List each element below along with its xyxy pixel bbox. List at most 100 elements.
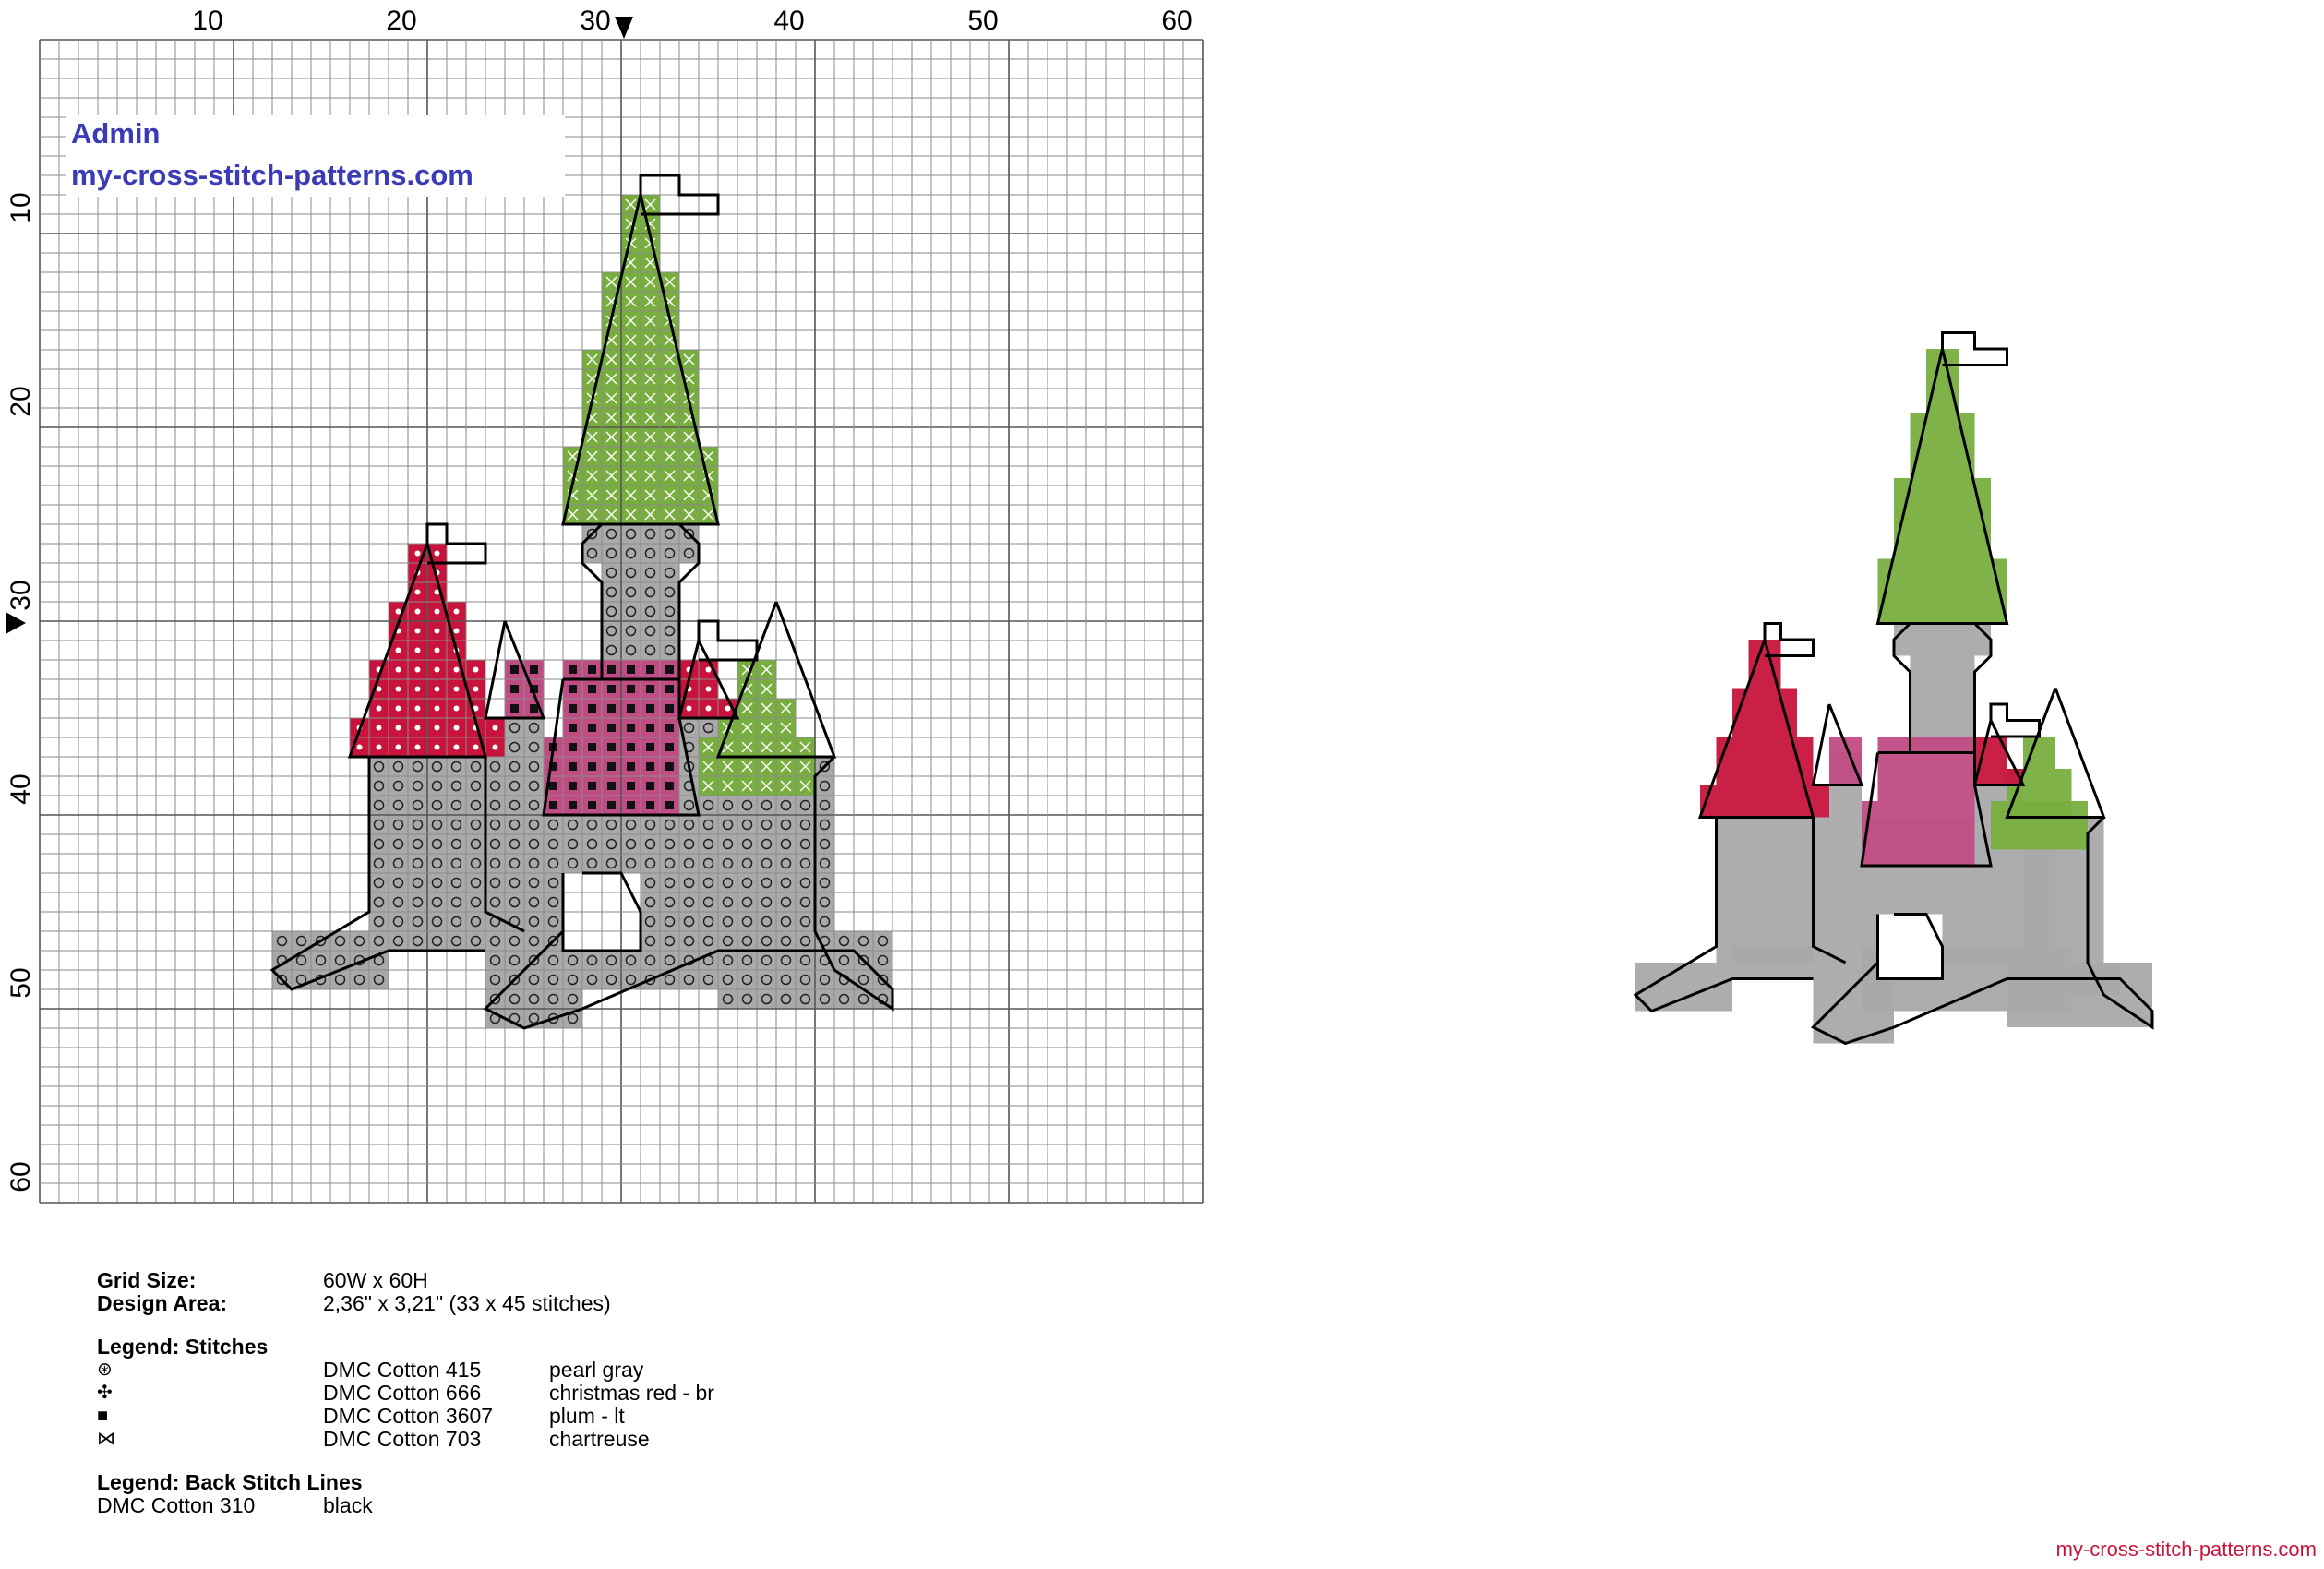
stitch-cell [485, 815, 505, 834]
stitch-cell [776, 912, 796, 931]
stitch-cell [389, 892, 408, 912]
x-axis-labels: 10 20 30 40 50 60 [192, 6, 1192, 36]
stitch-symbol [395, 686, 401, 692]
stitch-cell [408, 892, 427, 912]
stitch-cell [563, 834, 582, 854]
stitch-cell [757, 989, 776, 1009]
stitch-symbol [453, 666, 460, 673]
stitch-symbol [646, 782, 654, 790]
stitch-cell [505, 776, 524, 796]
stitch-cell [621, 524, 641, 544]
stitch-cell [369, 931, 389, 951]
stitch-symbol [588, 724, 596, 732]
stitch-cell [544, 873, 563, 892]
stitch-cell [389, 796, 408, 815]
stitch-cell [466, 834, 485, 854]
stitch-cell [660, 912, 679, 931]
legend-backstitch-title: Legend: Back Stitch Lines [97, 1470, 363, 1494]
stitch-cell [544, 951, 563, 970]
legend-color-name: pearl gray [549, 1358, 644, 1382]
stitch-cell [679, 834, 699, 854]
stitch-cell [718, 834, 737, 854]
stitch-cell [505, 737, 524, 757]
stitch-symbol [569, 762, 577, 771]
legend-color-name: christmas red - br [549, 1381, 714, 1405]
stitch-cell [447, 873, 466, 892]
stitch-cell [679, 815, 699, 834]
stitch-symbol [376, 686, 382, 692]
stitch-symbol [434, 647, 440, 653]
stitch-cell [466, 796, 485, 815]
stitch-cell [757, 931, 776, 951]
stitch-cell [485, 931, 505, 951]
stitch-cell [485, 796, 505, 815]
stitch-symbol [376, 725, 382, 731]
stitch-cell [544, 815, 563, 834]
stitch-cell [447, 757, 466, 776]
stitch-symbol [473, 744, 479, 750]
stitch-symbol [627, 665, 635, 674]
legend-thread: DMC Cotton 415 [323, 1358, 482, 1382]
stitch-cell [776, 796, 796, 815]
stitch-cell [582, 951, 602, 970]
stitch-symbol [705, 666, 712, 673]
stitch-symbol [665, 704, 674, 713]
stitch-symbol [588, 782, 596, 790]
stitch-symbol [395, 725, 401, 731]
stitch-cell [505, 815, 524, 834]
x-tick-label: 10 [192, 6, 222, 36]
stitch-symbol [510, 685, 519, 693]
stitch-cell [757, 970, 776, 989]
stitch-cell [602, 602, 621, 621]
stitch-cell [679, 970, 699, 989]
stitch-cell [796, 873, 815, 892]
stitch-cell [505, 834, 524, 854]
stitch-symbol [569, 665, 577, 674]
stitch-cell [602, 815, 621, 834]
stitch-symbol [607, 782, 616, 790]
stitch-cell [350, 931, 369, 951]
stitch-cell [602, 854, 621, 873]
stitch-cell [815, 796, 834, 815]
stitch-cell [796, 834, 815, 854]
stitch-cell [796, 854, 815, 873]
stitch-cell [621, 834, 641, 854]
stitch-cell [447, 931, 466, 951]
stitch-cell [389, 757, 408, 776]
stitch-cell [602, 834, 621, 854]
stitch-cell [641, 563, 660, 582]
stitch-symbol [453, 744, 460, 750]
stitch-cell [641, 892, 660, 912]
stitch-cell [737, 989, 757, 1009]
x-tick-label: 60 [1161, 6, 1192, 36]
stitch-cell [679, 873, 699, 892]
stitch-symbol [607, 665, 616, 674]
stitch-cell [679, 854, 699, 873]
stitch-cell [563, 989, 582, 1009]
stitch-symbol [453, 705, 460, 712]
x-tick-label: 40 [773, 6, 804, 36]
stitch-cell [447, 796, 466, 815]
stitch-cell [737, 951, 757, 970]
stitch-cell [505, 854, 524, 873]
stitch-cell [427, 892, 447, 912]
stitch-cell [408, 776, 427, 796]
stitch-cell [311, 951, 330, 970]
stitch-symbol [569, 685, 577, 693]
legend-color-name: chartreuse [549, 1427, 650, 1451]
stitch-symbol [665, 762, 674, 771]
stitch-cell [737, 970, 757, 989]
stitch-cell [563, 815, 582, 834]
stitch-cell [505, 951, 524, 970]
stitch-cell [873, 951, 892, 970]
stitch-symbol [665, 743, 674, 751]
stitch-cell [369, 757, 389, 776]
stitch-cell [485, 834, 505, 854]
stitch-cell [408, 873, 427, 892]
stitch-cell [389, 776, 408, 796]
stitch-cell [815, 834, 834, 854]
stitch-symbol [395, 608, 401, 615]
stitch-symbol [705, 686, 712, 692]
stitch-cell [524, 931, 544, 951]
stitch-cell [757, 854, 776, 873]
